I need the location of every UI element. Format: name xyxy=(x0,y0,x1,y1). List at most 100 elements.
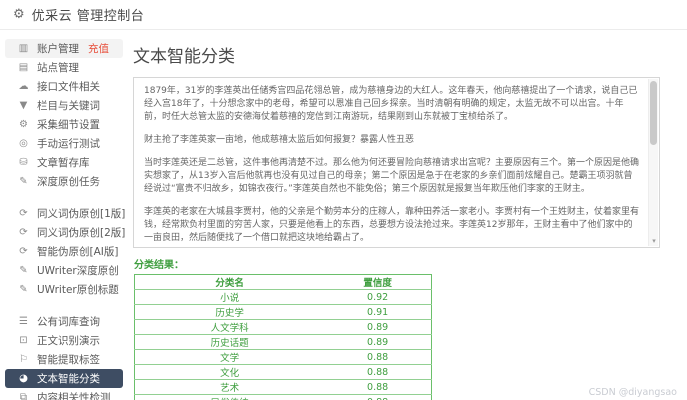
sidebar-item-label: 站点管理 xyxy=(37,62,79,74)
confidence-cell: 0.89 xyxy=(367,336,389,348)
table-row: 文学 0.88 xyxy=(134,350,432,365)
category-cell: 文学 xyxy=(220,353,240,364)
edit-icon: ✎ xyxy=(19,176,28,187)
sidebar-item-article-store[interactable]: ⛁ 文章暂存库 xyxy=(5,153,123,172)
tag-icon: ⚐ xyxy=(19,354,28,365)
database-icon: ⛁ xyxy=(19,157,28,168)
article-text: 1879年，31岁的李莲英出任储秀宫四品花翎总管，成为慈禧身边的大红人。这年春天… xyxy=(134,78,659,247)
sidebar-item-relevance-check[interactable]: ⧉ 内容相关性检测 xyxy=(5,388,123,400)
category-cell: 历史学 xyxy=(215,308,244,319)
sidebar-item-ai-rewrite[interactable]: ⟳ 智能伪原创[AI版] xyxy=(5,242,123,261)
confidence-cell: 0.92 xyxy=(367,291,389,303)
scrollbar-thumb[interactable] xyxy=(650,81,657,145)
sidebar-item-content-recognition[interactable]: ⊡ 正文识别演示 xyxy=(5,331,123,350)
refresh-icon: ⟳ xyxy=(19,227,28,238)
table-header-row: 分类名 置信度 xyxy=(134,275,432,290)
confidence-cell: 0.88 xyxy=(367,366,389,378)
refresh-icon: ⟳ xyxy=(19,246,28,257)
sidebar-item-label: 同义词伪原创[2版] xyxy=(37,227,126,239)
table-row: 历史学 0.91 xyxy=(134,305,432,320)
bar-chart-icon: ▥ xyxy=(18,43,29,54)
refresh-icon: ⟳ xyxy=(19,208,28,219)
results-table: 分类名 置信度 小说 0.92 历史学 0.91 人文学科 0.89 历史话题 0.89 文学 0.… xyxy=(134,274,432,400)
sidebar-item-label: 正文识别演示 xyxy=(37,335,100,347)
category-cell: 人文学科 xyxy=(210,323,249,334)
sidebar-item-tag-extract[interactable]: ⚐ 智能提取标签 xyxy=(5,350,123,369)
category-cell: 文化 xyxy=(220,368,240,379)
sidebar-item-uwriter-title[interactable]: ✎ UWriter原创标题 xyxy=(5,280,123,299)
category-cell: 小说 xyxy=(220,293,240,304)
page-title: 文本智能分类 xyxy=(133,47,235,67)
layout: ▥ 账户管理 充值 ▤ 站点管理 ☁ 接口文件相关 ▼ 栏目与关键词 ⚙ 采集细节设置 ◎ 手动运行测试… xyxy=(0,30,687,400)
sidebar-item-label: 接口文件相关 xyxy=(37,81,100,93)
confidence-cell: 0.88 xyxy=(367,381,389,393)
app-title: 优采云 管理控制台 xyxy=(31,9,145,24)
sidebar-item-label: UWriter深度原创 xyxy=(37,265,119,277)
sidebar-item-text-classify[interactable]: ◕ 文本智能分类 xyxy=(5,369,123,388)
article-input[interactable]: 1879年，31岁的李莲英出任储秀宫四品花翎总管，成为慈禧身边的大红人。这年春天… xyxy=(133,77,660,248)
sidebar-item-deep-original[interactable]: ✎ 深度原创任务 xyxy=(5,172,123,191)
gears-icon: ⚙ xyxy=(19,119,28,130)
table-row: 小说 0.92 xyxy=(134,290,432,305)
edit-icon: ✎ xyxy=(19,284,28,295)
sidebar-item-public-lexicon[interactable]: ☰ 公有词库查询 xyxy=(5,312,123,331)
sidebar-item-label: 内容相关性检测 xyxy=(37,392,111,400)
sidebar-item-columns-keywords[interactable]: ▼ 栏目与关键词 xyxy=(5,96,123,115)
sidebar-item-label: 文章暂存库 xyxy=(37,157,90,169)
sidebar-group: ☰ 公有词库查询 ⊡ 正文识别演示 ⚐ 智能提取标签 ◕ 文本智能分类 ⧉ 内容相关性检测 xyxy=(0,312,128,400)
sidebar-item-label: 账户管理 xyxy=(37,43,79,55)
table-row: 民俗传统0.88 xyxy=(135,395,432,400)
site-card-icon: ▤ xyxy=(18,62,29,73)
sidebar-item-label: 文本智能分类 xyxy=(37,373,100,385)
sidebar-item-label: 深度原创任务 xyxy=(37,176,100,188)
confidence-cell: 0.91 xyxy=(367,306,389,318)
table-row: 文化 0.88 xyxy=(134,365,432,380)
sidebar-group: ⟳ 同义词伪原创[1版] ⟳ 同义词伪原创[2版] ⟳ 智能伪原创[AI版] ✎ UWrite… xyxy=(0,204,128,299)
main-content: 文本智能分类 1879年，31岁的李莲英出任储秀宫四品花翎总管，成为慈禧身边的大… xyxy=(128,30,687,400)
sidebar-item-uwriter-deep[interactable]: ✎ UWriter深度原创 xyxy=(5,261,123,280)
sidebar-item-label: 同义词伪原创[1版] xyxy=(37,208,126,220)
sidebar-item-manual-test[interactable]: ◎ 手动运行测试 xyxy=(5,134,123,153)
sidebar-item-label: 手动运行测试 xyxy=(37,138,100,150)
sidebar-item-label: 智能伪原创[AI版] xyxy=(37,246,119,258)
article-paragraph: 1879年，31岁的李莲英出任储秀宫四品花翎总管，成为慈禧身边的大红人。这年春天… xyxy=(144,86,638,122)
sidebar-group: ▥ 账户管理 充值 ▤ 站点管理 ☁ 接口文件相关 ▼ 栏目与关键词 ⚙ 采集细节设置 ◎ 手动运行测试… xyxy=(0,39,128,191)
scroll-down-icon[interactable]: ▾ xyxy=(649,236,659,246)
result-label: 分类结果： xyxy=(134,260,184,271)
article-paragraph: 李莲英的老家在大城县李贾村，他的父亲是个勤劳本分的庄稼人，靠种田养活一家老小。李… xyxy=(144,207,640,243)
article-paragraph: 财主抢了李莲英家一亩地，他成慈禧太监后如何报复？暴露人性丑恶 xyxy=(144,135,415,145)
gear-icon: ⚙ xyxy=(13,7,25,22)
confidence-cell: 0.88 xyxy=(367,351,389,363)
sidebar-item-synonym-v1[interactable]: ⟳ 同义词伪原创[1版] xyxy=(5,204,126,223)
confidence-cell: 0.88 xyxy=(324,395,431,400)
table-row: 人文学科 0.89 xyxy=(134,320,432,335)
sidebar-item-site-manage[interactable]: ▤ 站点管理 xyxy=(5,58,123,77)
sidebar-item-synonym-v2[interactable]: ⟳ 同义词伪原创[2版] xyxy=(5,223,126,242)
sidebar: ▥ 账户管理 充值 ▤ 站点管理 ☁ 接口文件相关 ▼ 栏目与关键词 ⚙ 采集细节设置 ◎ 手动运行测试… xyxy=(0,30,128,400)
sidebar-item-label: 采集细节设置 xyxy=(37,119,100,131)
column-header: 分类名 xyxy=(215,278,244,289)
link-icon: ⧉ xyxy=(19,392,28,400)
sidebar-item-label: UWriter原创标题 xyxy=(37,284,119,296)
sidebar-nav: ▥ 账户管理 充值 ▤ 站点管理 ☁ 接口文件相关 ▼ 栏目与关键词 ⚙ 采集细节设置 ◎ 手动运行测试… xyxy=(0,39,128,400)
sidebar-item-account[interactable]: ▥ 账户管理 充值 xyxy=(5,39,123,58)
category-cell: 艺术 xyxy=(220,383,240,394)
category-cell: 历史话题 xyxy=(210,338,249,349)
book-icon: ☰ xyxy=(19,316,28,327)
textarea-scrollbar[interactable]: ▾ xyxy=(648,79,658,246)
sidebar-item-label: 智能提取标签 xyxy=(37,354,100,366)
category-cell: 民俗传统 xyxy=(135,395,325,400)
article-paragraph: 当时李莲英还是二总管，这件事他再清楚不过。那么他为何还要冒险向慈禧请求出宫呢？主… xyxy=(144,158,640,194)
confidence-cell: 0.89 xyxy=(367,321,389,333)
monitor-icon: ⊡ xyxy=(19,335,28,346)
pie-chart-icon: ◕ xyxy=(19,373,28,384)
filter-icon: ▼ xyxy=(19,100,28,111)
sidebar-item-label: 栏目与关键词 xyxy=(37,100,100,112)
column-header: 置信度 xyxy=(363,278,392,289)
sidebar-item-interface-files[interactable]: ☁ 接口文件相关 xyxy=(5,77,123,96)
sidebar-item-label: 公有词库查询 xyxy=(37,316,100,328)
sidebar-item-collect-settings[interactable]: ⚙ 采集细节设置 xyxy=(5,115,123,134)
recharge-link[interactable]: 充值 xyxy=(88,41,109,56)
table-row: 历史话题 0.89 xyxy=(134,335,432,350)
watermark: CSDN @diyangsao xyxy=(588,387,677,398)
